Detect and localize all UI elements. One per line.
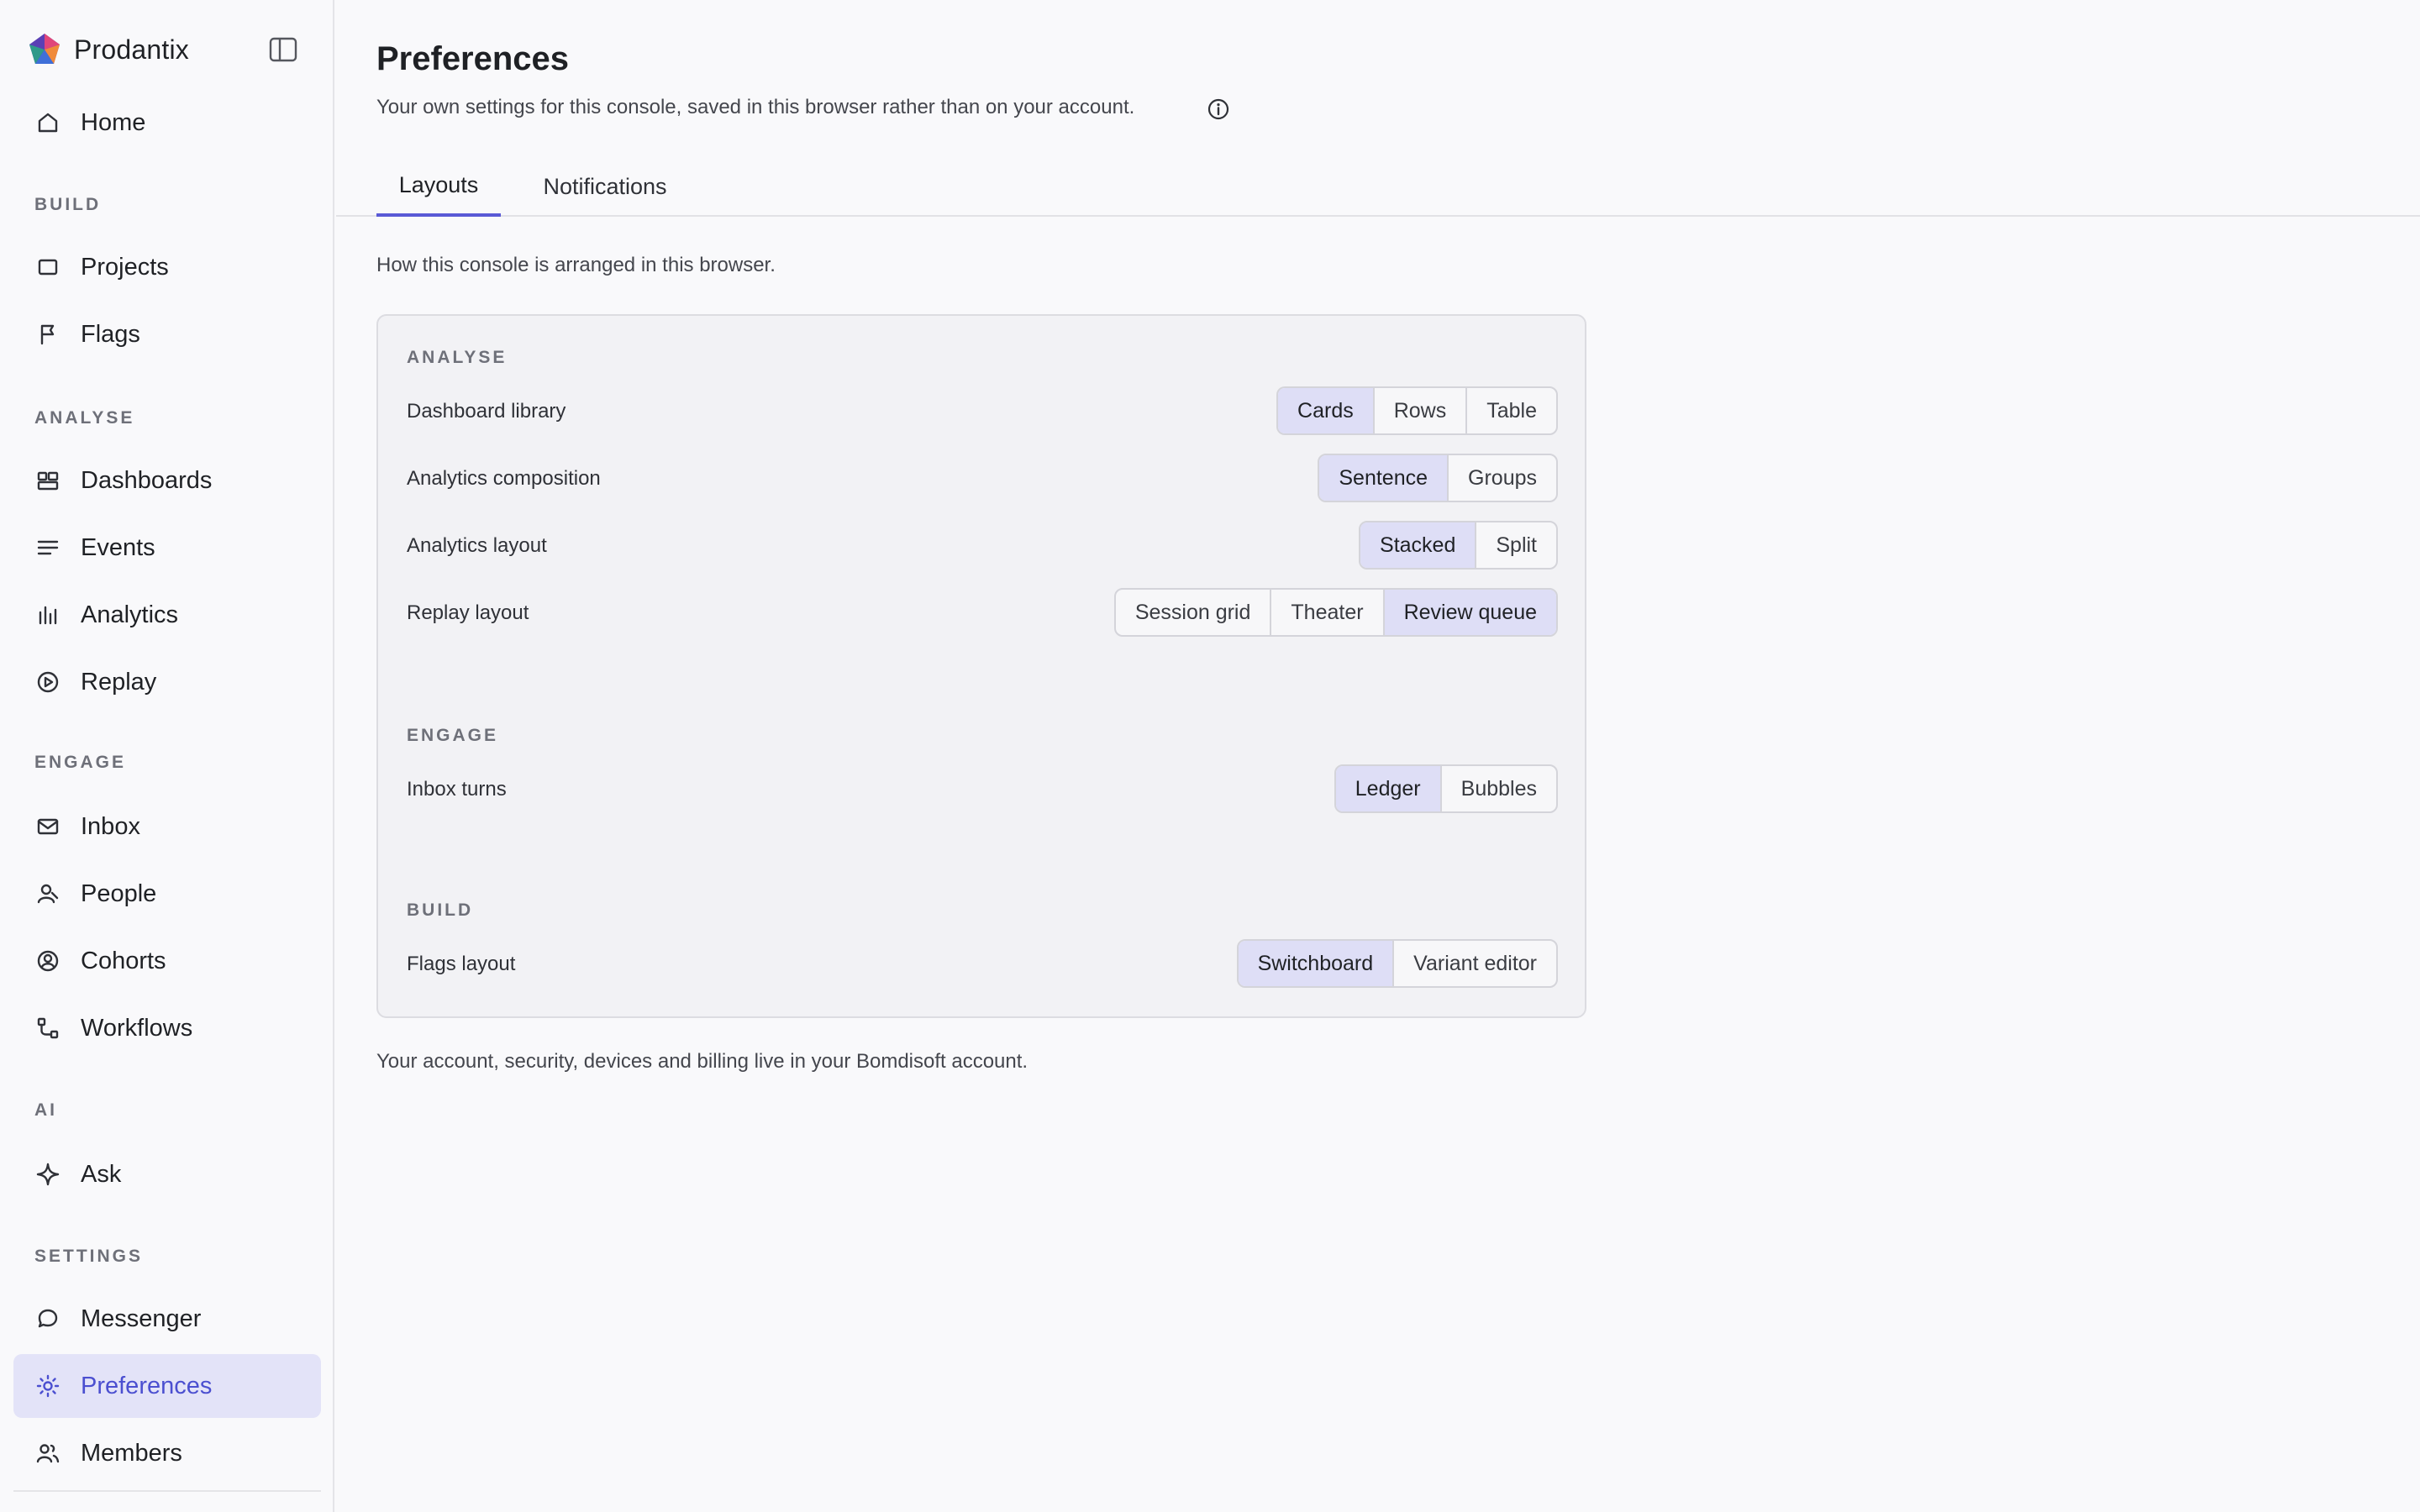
sidebar-item-flags[interactable]: Flags (13, 302, 321, 366)
sidebar-toggle-icon[interactable] (269, 37, 297, 62)
row-label-inbox-turns: Inbox turns (407, 778, 507, 801)
sidebar-item-projects[interactable]: Projects (13, 235, 321, 299)
option-ledger[interactable]: Ledger (1335, 766, 1442, 811)
sidebar-section-analyse: ANALYSE (34, 408, 135, 428)
option-review-queue[interactable]: Review queue (1384, 590, 1556, 635)
bar-chart-icon (35, 602, 60, 627)
row-label-analytics-layout: Analytics layout (407, 534, 547, 557)
option-theater[interactable]: Theater (1271, 590, 1385, 635)
tab-label: Notifications (543, 173, 667, 199)
layouts-card: ANALYSE Dashboard library Cards Rows Tab… (376, 314, 1586, 1018)
sidebar-item-label: Events (81, 533, 155, 561)
chat-bubble-icon (35, 1306, 60, 1331)
group-label-engage: ENGAGE (407, 726, 499, 745)
flag-icon (35, 322, 60, 347)
sidebar-item-label: Inbox (81, 812, 140, 840)
sidebar-section-engage: ENGAGE (34, 753, 127, 772)
sidebar-item-label: Cohorts (81, 947, 166, 974)
sidebar-item-preferences[interactable]: Preferences (13, 1354, 321, 1418)
brand-name: Prodantix (74, 34, 189, 65)
sidebar-item-label: Messenger (81, 1305, 202, 1332)
sidebar-item-replay[interactable]: Replay (13, 650, 321, 714)
sidebar-section-settings: SETTINGS (34, 1247, 144, 1266)
page-title: Preferences (376, 40, 570, 77)
group-label-analyse: ANALYSE (407, 348, 508, 367)
prodantix-logo-icon (29, 34, 60, 64)
sidebar-section-ai: AI (34, 1100, 57, 1120)
sidebar-item-label: Members (81, 1439, 182, 1467)
sidebar-item-label: Ask (81, 1160, 122, 1188)
list-lines-icon (35, 535, 60, 560)
analytics-layout-segmented-control: Stacked Split (1359, 521, 1558, 570)
sidebar-item-people[interactable]: People (13, 862, 321, 926)
account-footer-note: Your account, security, devices and bill… (376, 1050, 1028, 1073)
dashboard-icon (35, 468, 60, 493)
option-switchboard[interactable]: Switchboard (1238, 941, 1395, 986)
tab-layouts[interactable]: Layouts (376, 156, 501, 217)
option-split[interactable]: Split (1476, 522, 1556, 568)
sidebar-item-label: People (81, 879, 157, 907)
sun-gear-icon (35, 1373, 60, 1399)
sidebar: Prodantix Home BUILD Projects Flags ANAL… (0, 0, 334, 1512)
sidebar-item-label: Projects (81, 253, 169, 281)
sidebar-item-cohorts[interactable]: Cohorts (13, 929, 321, 993)
inbox-turns-segmented-control: Ledger Bubbles (1334, 764, 1558, 813)
square-icon (35, 255, 60, 280)
row-label-dashboard-library: Dashboard library (407, 400, 566, 423)
brand[interactable]: Prodantix (27, 32, 189, 67)
sidebar-item-events[interactable]: Events (13, 516, 321, 580)
option-cards[interactable]: Cards (1278, 388, 1375, 433)
sidebar-item-label: Home (81, 108, 146, 136)
sidebar-item-inbox[interactable]: Inbox (13, 795, 321, 858)
home-icon (35, 110, 60, 135)
sidebar-divider (13, 1490, 321, 1492)
tab-bar: Layouts Notifications (336, 156, 2420, 217)
option-bubbles[interactable]: Bubbles (1442, 766, 1556, 811)
analytics-composition-segmented-control: Sentence Groups (1318, 454, 1558, 502)
row-label-replay-layout: Replay layout (407, 601, 529, 624)
option-sentence[interactable]: Sentence (1319, 455, 1449, 501)
replay-layout-segmented-control: Session grid Theater Review queue (1113, 588, 1558, 637)
sidebar-item-label: Dashboards (81, 466, 213, 494)
sidebar-item-home[interactable]: Home (13, 91, 321, 155)
group-label-build: BUILD (407, 900, 474, 920)
row-label-flags-layout: Flags layout (407, 953, 516, 975)
sidebar-item-ask[interactable]: Ask (13, 1142, 321, 1206)
mail-icon (35, 814, 60, 839)
sidebar-item-analytics[interactable]: Analytics (13, 583, 321, 647)
option-table[interactable]: Table (1467, 388, 1556, 433)
option-groups[interactable]: Groups (1449, 455, 1556, 501)
sidebar-item-dashboards[interactable]: Dashboards (13, 449, 321, 512)
sidebar-item-label: Analytics (81, 601, 179, 628)
sparkle-icon (35, 1162, 60, 1187)
flags-layout-segmented-control: Switchboard Variant editor (1236, 939, 1558, 988)
sidebar-item-members[interactable]: Members (13, 1421, 321, 1485)
sidebar-item-workflows[interactable]: Workflows (13, 996, 321, 1060)
person-icon (35, 881, 60, 906)
tab-label: Layouts (398, 171, 479, 197)
members-icon (35, 1441, 60, 1466)
main-content: Preferences Your own settings for this c… (336, 0, 2420, 1512)
row-label-analytics-composition: Analytics composition (407, 467, 601, 490)
workflow-icon (35, 1016, 60, 1041)
option-rows[interactable]: Rows (1375, 388, 1468, 433)
sidebar-item-label: Workflows (81, 1014, 193, 1042)
sidebar-item-messenger[interactable]: Messenger (13, 1287, 321, 1351)
sidebar-item-label: Flags (81, 320, 140, 348)
cohort-icon (35, 948, 60, 974)
option-stacked[interactable]: Stacked (1360, 522, 1477, 568)
sidebar-section-build: BUILD (34, 195, 102, 214)
dashboard-library-segmented-control: Cards Rows Table (1276, 386, 1558, 435)
option-variant-editor[interactable]: Variant editor (1394, 941, 1556, 986)
play-circle-icon (35, 669, 60, 695)
sidebar-item-label: Replay (81, 668, 157, 696)
tab-notifications[interactable]: Notifications (521, 156, 689, 217)
info-icon[interactable] (1207, 97, 1230, 121)
option-session-grid[interactable]: Session grid (1116, 590, 1272, 635)
section-description: How this console is arranged in this bro… (376, 254, 776, 276)
sidebar-item-label: Preferences (81, 1372, 213, 1399)
page-subtitle: Your own settings for this console, save… (376, 96, 1135, 118)
